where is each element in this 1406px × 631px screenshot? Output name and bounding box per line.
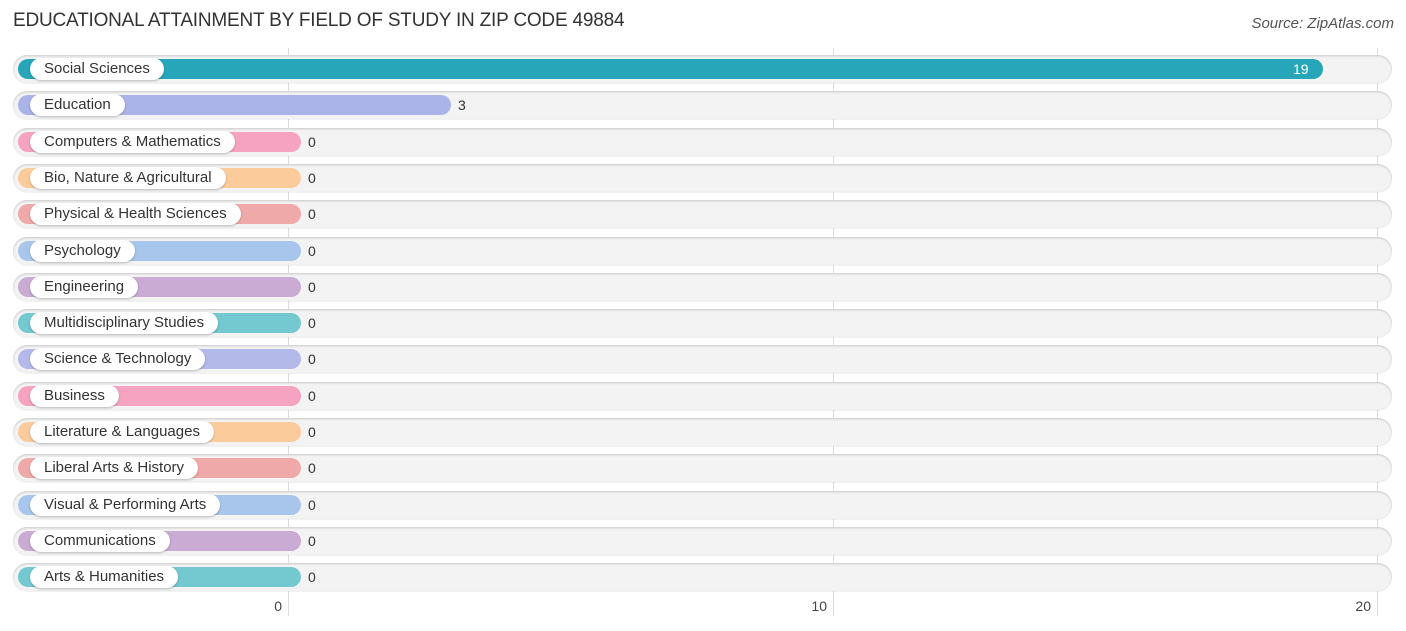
value-label: 0 [308, 279, 316, 295]
value-label: 0 [308, 497, 316, 513]
value-label: 0 [308, 460, 316, 476]
value-label: 3 [458, 97, 466, 113]
category-label: Literature & Languages [30, 421, 214, 443]
value-label: 0 [308, 170, 316, 186]
value-label: 0 [308, 388, 316, 404]
category-label: Social Sciences [30, 58, 164, 80]
category-label: Education [30, 94, 125, 116]
category-label: Bio, Nature & Agricultural [30, 167, 226, 189]
x-tick-label: 0 [274, 598, 282, 614]
category-label: Physical & Health Sciences [30, 203, 241, 225]
value-label: 0 [308, 533, 316, 549]
value-label: 0 [308, 569, 316, 585]
category-label: Business [30, 385, 119, 407]
value-label: 0 [308, 424, 316, 440]
x-tick-label: 10 [811, 598, 827, 614]
value-label: 0 [308, 351, 316, 367]
x-tick-label: 20 [1355, 598, 1371, 614]
category-label: Psychology [30, 240, 135, 262]
value-label: 0 [308, 315, 316, 331]
value-label: 19 [1293, 61, 1309, 77]
category-label: Computers & Mathematics [30, 131, 235, 153]
category-label: Arts & Humanities [30, 566, 179, 588]
category-label: Liberal Arts & History [30, 457, 199, 479]
value-label: 0 [308, 134, 316, 150]
category-label: Science & Technology [30, 348, 206, 370]
value-label: 0 [308, 243, 316, 259]
category-label: Visual & Performing Arts [30, 494, 221, 516]
bar [18, 59, 1323, 79]
category-label: Engineering [30, 276, 139, 298]
value-label: 0 [308, 206, 316, 222]
category-label: Communications [30, 530, 170, 552]
category-label: Multidisciplinary Studies [30, 312, 219, 334]
bar-chart: Social Sciences 19 Education 3 Computers & M… [0, 0, 1406, 631]
